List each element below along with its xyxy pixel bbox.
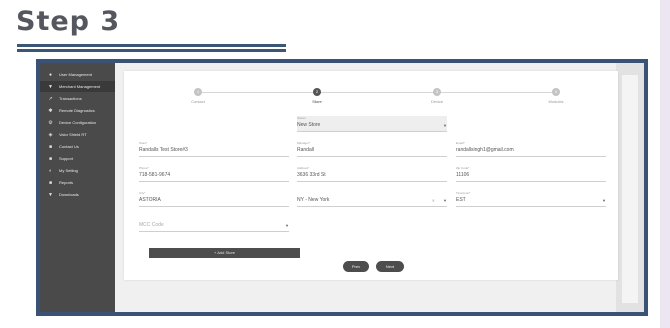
shield-icon: ◈ (48, 131, 53, 138)
contact-icon: ■ (48, 143, 53, 150)
diagnostics-icon: ✱ (48, 107, 53, 114)
sidebar-item-label: Support (59, 156, 74, 161)
email-value: randallsingh1@gmail.com (456, 147, 514, 153)
manager-value: Randall (297, 147, 314, 153)
manager-field[interactable]: Manager* Randall (297, 141, 447, 157)
sidebar-item-label: Contact Us (59, 144, 79, 149)
scrollbar-thumb[interactable] (622, 75, 638, 303)
add-store-button[interactable]: + Add Store (149, 248, 300, 258)
store-icon: ▼ (48, 83, 53, 90)
prev-button[interactable]: Prev (343, 261, 369, 272)
city-value: ASTORIA (139, 197, 161, 203)
sidebar-item-device-configuration[interactable]: ⚙ Device Configuration (40, 117, 115, 128)
chevron-down-icon: ▼ (602, 198, 606, 203)
scrollbar[interactable] (616, 63, 644, 312)
sidebar-item-my-setting[interactable]: ◐ My Setting (40, 165, 115, 176)
store-select-value: New Store (297, 122, 321, 128)
step-label-device: Device (430, 99, 444, 104)
email-label: Email* (456, 141, 465, 145)
sidebar-item-contact-us[interactable]: ■ Contact Us (40, 141, 115, 152)
timezone-label: Timezone* (456, 191, 471, 195)
state-select[interactable]: NY - New York ✕ ▼ (297, 191, 447, 207)
address-value: 3636 33rd St (297, 172, 326, 178)
sidebar-item-label: Remote Diagnostics (59, 108, 95, 113)
state-value: NY - New York (297, 197, 330, 203)
step-label-store: Store (312, 99, 322, 104)
sidebar-item-label: Device Configuration (59, 120, 97, 125)
page-edge (660, 0, 670, 328)
screenshot-frame: ● User Management ▼ Merchant Management … (36, 59, 648, 316)
city-field[interactable]: City* ASTORIA (139, 191, 289, 207)
support-icon: ■ (48, 155, 53, 162)
sidebar: ● User Management ▼ Merchant Management … (40, 63, 115, 312)
chevron-down-icon: ▼ (285, 223, 289, 228)
heading-underline-second (17, 49, 286, 52)
sidebar-item-support[interactable]: ■ Support (40, 153, 115, 164)
phone-value: 718-581-9674 (139, 172, 171, 178)
sidebar-item-downloads[interactable]: ▼ Downloads (40, 189, 115, 200)
email-field[interactable]: Email* randallsingh1@gmail.com (456, 141, 606, 157)
store-select[interactable]: Stores New Store ▼ (297, 116, 447, 132)
sidebar-item-remote-diagnostics[interactable]: ✱ Remote Diagnostics (40, 105, 115, 116)
sidebar-item-transactions[interactable]: ↗ Transactions (40, 93, 115, 104)
address-label: Address* (297, 166, 310, 170)
mcc-code-placeholder: MCC Code (139, 222, 164, 228)
manager-label: Manager* (297, 141, 311, 145)
sidebar-item-label: Merchant Management (59, 84, 101, 89)
step-dot-modules[interactable]: 4 (552, 88, 560, 96)
zip-code-field[interactable]: Zip Code* 11106 (456, 166, 606, 182)
phone-field[interactable]: Phone* 718-581-9674 (139, 166, 289, 182)
sidebar-item-reports[interactable]: ■ Reports (40, 177, 115, 188)
device-icon: ⚙ (48, 119, 53, 126)
clear-icon[interactable]: ✕ (432, 198, 435, 203)
setting-icon: ◐ (48, 167, 53, 174)
report-icon: ■ (48, 179, 53, 186)
sidebar-item-label: Downloads (59, 192, 79, 197)
store-name-label: Store* (139, 141, 148, 145)
chevron-down-icon: ▼ (443, 198, 447, 203)
sidebar-item-merchant-management[interactable]: ▼ Merchant Management (40, 81, 115, 92)
store-select-label: Stores (297, 116, 306, 120)
next-button[interactable]: Next (376, 261, 404, 272)
city-label: City* (139, 191, 146, 195)
heading-underline (17, 44, 286, 47)
step-dot-store[interactable]: 2 (313, 88, 321, 96)
user-icon: ● (48, 71, 53, 78)
sidebar-item-label: Transactions (59, 96, 82, 101)
step-dot-contact[interactable]: 1 (194, 88, 202, 96)
sidebar-item-label: Valor Shield RT (59, 132, 87, 137)
sidebar-item-valor-shield[interactable]: ◈ Valor Shield RT (40, 129, 115, 140)
store-name-value: Randalls Test Store#3 (139, 147, 188, 153)
sidebar-item-label: My Setting (59, 168, 78, 173)
sidebar-item-user-management[interactable]: ● User Management (40, 69, 115, 80)
phone-label: Phone* (139, 166, 149, 170)
timezone-select[interactable]: Timezone* EST ▼ (456, 191, 606, 207)
address-field[interactable]: Address* 3636 33rd St (297, 166, 447, 182)
store-form-card: 1 Contact 2 Store 3 Device 4 Modules Sto… (124, 71, 618, 280)
chevron-down-icon: ▼ (443, 123, 447, 128)
step-heading: Step 3 (16, 6, 121, 37)
chart-icon: ↗ (48, 95, 53, 102)
sidebar-item-label: Reports (59, 180, 74, 185)
step-dot-device[interactable]: 3 (433, 88, 441, 96)
step-label-modules: Modules (548, 99, 564, 104)
download-icon: ▼ (48, 191, 53, 198)
timezone-value: EST (456, 197, 466, 203)
zip-code-value: 11106 (456, 172, 470, 178)
main-content: 1 Contact 2 Store 3 Device 4 Modules Sto… (115, 63, 644, 312)
step-label-contact: Contact (191, 99, 205, 104)
store-name-field[interactable]: Store* Randalls Test Store#3 (139, 141, 289, 157)
mcc-code-select[interactable]: MCC Code ▼ (139, 216, 289, 232)
stepper-line (198, 92, 556, 93)
zip-code-label: Zip Code* (456, 166, 470, 170)
sidebar-item-label: User Management (59, 72, 92, 77)
